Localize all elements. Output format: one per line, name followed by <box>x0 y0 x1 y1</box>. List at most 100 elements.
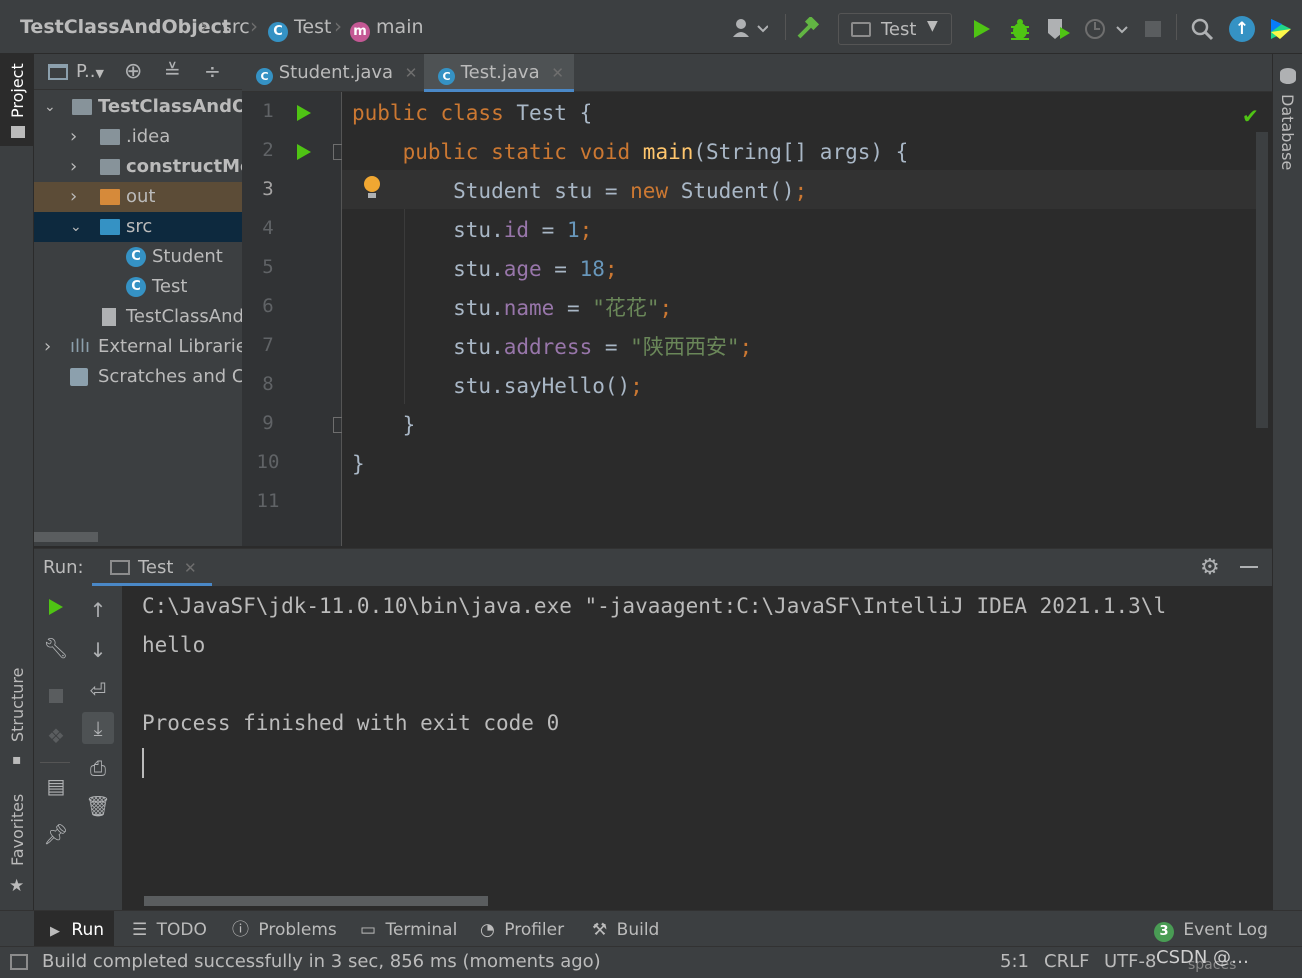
line-separator[interactable]: CRLF <box>1044 951 1089 972</box>
tree-item-external-libraries[interactable]: › ıllı External Libraries <box>34 332 242 362</box>
tool-tab-build[interactable]: ⚒ Build <box>592 911 659 947</box>
plugin-icon[interactable] <box>1268 16 1294 47</box>
project-view-select[interactable]: P..▼ <box>76 61 104 82</box>
project-panel: P..▼ ⊕ ≚ ÷ ⌄ TestClassAndOb › .idea › co… <box>34 54 242 546</box>
run-tab-test[interactable]: Test ✕ <box>92 549 212 586</box>
run-tab-label: Test <box>138 557 174 578</box>
hammer-icon[interactable] <box>796 15 820 46</box>
tree-item-src[interactable]: ⌄ src <box>34 212 242 242</box>
restore-layout-icon[interactable]: ❖ <box>42 722 70 750</box>
scratches-icon <box>70 368 88 386</box>
check-icon[interactable]: ✔ <box>1242 104 1259 128</box>
source-folder-icon <box>100 219 120 235</box>
tab-student-java[interactable]: C Student.java ✕ <box>242 54 422 92</box>
list-icon: ☰ <box>132 920 148 940</box>
tree-label: src <box>126 216 153 237</box>
line-number: 9 <box>262 412 274 434</box>
print-icon[interactable]: ⎙ <box>84 754 112 782</box>
line-number: 5 <box>262 256 274 278</box>
tree-item-scratches[interactable]: Scratches and Co <box>34 362 242 392</box>
tool-tab-terminal[interactable]: ▭ Terminal <box>360 911 457 947</box>
project-tool-button[interactable]: Project <box>0 54 34 146</box>
tree-item-test[interactable]: C Test <box>34 272 242 302</box>
code-token: = <box>592 335 631 359</box>
tab-label: Test.java <box>460 62 540 83</box>
breadcrumb-method[interactable]: m main <box>350 16 424 42</box>
code-editor[interactable]: public class Test { public static void m… <box>342 92 1272 546</box>
collapse-all-icon[interactable]: ÷ <box>204 59 221 83</box>
run-icon[interactable] <box>972 19 992 44</box>
tool-tab-todo[interactable]: ☰ TODO <box>132 911 207 947</box>
close-icon[interactable]: ✕ <box>551 64 564 82</box>
close-icon[interactable]: ✕ <box>405 64 418 82</box>
code-token: (String[] args) { <box>693 140 909 164</box>
run-configuration-select[interactable]: Test ▼ <box>838 13 952 45</box>
tree-item-module[interactable]: › constructMe <box>34 152 242 182</box>
vertical-scrollbar[interactable] <box>1256 132 1268 428</box>
tree-item-project-root[interactable]: ⌄ TestClassAndOb <box>34 92 242 122</box>
favorites-tool-button[interactable]: Favorites ★ <box>0 794 34 904</box>
code-token: stu.sayHello() <box>352 374 631 398</box>
arrow-down-icon[interactable]: ↓ <box>84 636 112 664</box>
code-token: = <box>554 296 593 320</box>
code-token: ; <box>659 296 673 320</box>
code-token: = <box>529 218 567 242</box>
minimize-icon[interactable] <box>1240 566 1258 568</box>
structure-tool-button[interactable]: Structure ▪ <box>0 664 34 774</box>
tree-item-out[interactable]: › out <box>34 182 242 212</box>
database-tool-button[interactable]: Database <box>1273 64 1302 184</box>
code-token: name <box>503 296 555 320</box>
stop-icon[interactable] <box>42 682 70 710</box>
tool-tab-profiler[interactable]: ◔ Profiler <box>480 911 564 947</box>
line-number: 7 <box>262 334 274 356</box>
scroll-to-end-icon[interactable]: ⤓ <box>82 712 114 744</box>
code-token: Test { <box>516 101 593 125</box>
coverage-icon[interactable] <box>1046 17 1072 46</box>
arrow-up-icon[interactable]: ↑ <box>84 596 112 624</box>
run-toolbar: 🔧︎ ❖ ▤ 📌︎ ↑ ↓ ⏎ ⤓ ⎙ 🗑︎ <box>34 586 122 910</box>
close-icon[interactable]: ✕ <box>184 559 197 577</box>
pin-icon[interactable]: 📌︎ <box>42 820 70 848</box>
user-icon[interactable] <box>732 18 769 43</box>
folder-icon <box>11 126 25 138</box>
console-output[interactable]: C:\JavaSF\jdk-11.0.10\bin\java.exe "-jav… <box>122 586 1272 910</box>
expand-all-icon[interactable]: ≚ <box>164 59 181 83</box>
tree-item-student[interactable]: C Student <box>34 242 242 272</box>
chevron-right-icon: › <box>70 156 78 177</box>
breadcrumb-src[interactable]: src <box>222 16 250 38</box>
rerun-icon[interactable] <box>42 596 70 624</box>
horizontal-scrollbar[interactable] <box>34 532 98 542</box>
profile-icon[interactable] <box>1084 17 1130 46</box>
tool-window-toggle-icon[interactable] <box>10 954 28 970</box>
code-token: 1 <box>566 218 580 242</box>
code-token: public static void <box>402 140 643 164</box>
breadcrumb-class[interactable]: C Test <box>268 16 331 42</box>
search-icon[interactable] <box>1190 17 1214 46</box>
file-encoding[interactable]: UTF-8 <box>1104 951 1156 972</box>
soft-wrap-icon[interactable]: ⏎ <box>84 676 112 704</box>
gear-icon[interactable]: ⚙ <box>1200 555 1220 580</box>
horizontal-scrollbar[interactable] <box>144 896 488 906</box>
tool-tab-run[interactable]: ▶ Run <box>34 911 114 947</box>
tree-item-idea[interactable]: › .idea <box>34 122 242 152</box>
tree-item-iml-file[interactable]: TestClassAnd <box>34 302 242 332</box>
event-log-button[interactable]: 3 Event Log <box>1154 911 1268 947</box>
class-icon: C <box>126 247 146 267</box>
run-method-gutter-icon[interactable] <box>296 143 312 166</box>
caret-position[interactable]: 5:1 <box>1000 951 1029 972</box>
trash-icon[interactable]: 🗑︎ <box>84 792 112 820</box>
tree-label: Student <box>152 246 223 267</box>
locate-icon[interactable]: ⊕ <box>124 59 142 84</box>
update-icon[interactable]: ↑ <box>1229 16 1255 42</box>
wrench-icon[interactable]: 🔧︎ <box>42 634 70 662</box>
stop-icon[interactable] <box>1145 21 1161 37</box>
layout-icon[interactable]: ▤ <box>42 772 70 800</box>
run-class-gutter-icon[interactable] <box>296 104 312 127</box>
console-line: Process finished with exit code 0 <box>142 711 560 735</box>
code-token: stu. <box>352 335 504 359</box>
debug-icon[interactable] <box>1008 17 1032 46</box>
line-number: 1 <box>262 100 274 122</box>
tab-test-java[interactable]: C Test.java ✕ <box>424 54 574 92</box>
tool-tab-problems[interactable]: ⓘ Problems <box>232 911 337 947</box>
